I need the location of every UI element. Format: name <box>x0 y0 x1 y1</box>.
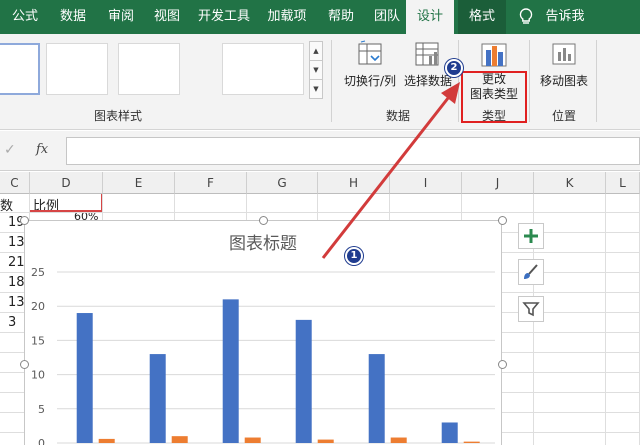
chart-title: 图表标题 <box>229 234 297 254</box>
step-badge-2: 2 <box>445 59 463 77</box>
y-tick-label: 10 <box>31 369 45 382</box>
group-label-location: 位置 <box>551 109 576 123</box>
move-chart-icon <box>549 40 579 68</box>
tab-10[interactable]: 告诉我 <box>540 0 590 34</box>
bar-series2-6 <box>463 441 480 443</box>
cell-c5[interactable]: 18 <box>8 275 25 290</box>
switch-row-col-icon <box>355 40 385 68</box>
y-tick-label: 25 <box>31 266 45 279</box>
tab-5[interactable]: 加载项 <box>260 0 314 34</box>
chart-elements-button[interactable] <box>518 223 544 249</box>
tab-1[interactable]: 数据 <box>50 0 96 34</box>
group-label-data: 数据 <box>385 109 410 123</box>
highlight-box <box>461 71 527 123</box>
formula-input[interactable] <box>66 137 640 165</box>
column-header-d[interactable]: D <box>30 172 103 194</box>
gallery-more-icon[interactable]: ▼ <box>310 80 322 99</box>
bar-series1-2 <box>149 354 166 443</box>
tab-0[interactable]: 公式 <box>2 0 48 34</box>
move-chart-label: 移动图表 <box>539 74 588 88</box>
gallery-scrollbar[interactable]: ▲ ▼ ▼ <box>309 41 323 99</box>
bar-series2-1 <box>98 438 115 443</box>
formula-bar: ✓ fx <box>0 131 640 171</box>
column-header-c[interactable]: C <box>0 172 30 194</box>
fx-icon[interactable]: fx <box>36 142 48 157</box>
switch-row-col-button[interactable]: 切换行/列 <box>340 40 400 89</box>
resize-handle[interactable] <box>498 360 507 369</box>
bar-series1-5 <box>368 354 385 443</box>
select-data-label: 选择数据 <box>403 74 452 88</box>
cell-c3[interactable]: 13 <box>8 235 25 250</box>
cell-c7[interactable]: 3 <box>8 315 16 330</box>
cell-c4[interactable]: 21 <box>8 255 25 270</box>
ribbon-separator <box>529 40 530 122</box>
tab-9[interactable]: 格式 <box>458 0 506 34</box>
column-header-g[interactable]: G <box>247 172 318 194</box>
bar-series1-4 <box>295 319 312 443</box>
chart-style-2[interactable] <box>46 43 108 95</box>
column-header-k[interactable]: K <box>534 172 606 194</box>
resize-handle[interactable] <box>498 216 507 225</box>
chart-style-4[interactable] <box>222 43 304 95</box>
tab-4[interactable]: 开发工具 <box>192 0 256 34</box>
chart-style-3[interactable] <box>118 43 180 95</box>
move-chart-button[interactable]: 移动图表 <box>534 40 594 89</box>
tab-2[interactable]: 审阅 <box>98 0 144 34</box>
column-header-l[interactable]: L <box>606 172 640 194</box>
plus-icon <box>519 229 543 251</box>
bar-series2-3 <box>244 437 261 443</box>
column-header-h[interactable]: H <box>318 172 390 194</box>
step-badge-1: 1 <box>345 247 363 265</box>
resize-handle[interactable] <box>20 360 29 369</box>
select-data-icon <box>413 40 443 68</box>
cell-c6[interactable]: 13 <box>8 295 25 310</box>
bar-series2-4 <box>317 439 334 443</box>
switch-row-col-label: 切换行/列 <box>343 74 397 88</box>
ribbon-tab-bar: 公式 数据 审阅 视图 开发工具 加载项 帮助 团队 设计 格式 告诉我 <box>0 0 640 34</box>
ribbon-separator <box>596 40 597 122</box>
group-label-chart-styles: 图表样式 <box>93 109 142 123</box>
ribbon-separator <box>331 40 332 122</box>
y-tick-label: 5 <box>38 403 45 416</box>
column-header-f[interactable]: F <box>175 172 247 194</box>
tab-3[interactable]: 视图 <box>144 0 190 34</box>
chart-style-1[interactable] <box>0 43 40 95</box>
gallery-down-icon[interactable]: ▼ <box>310 61 322 80</box>
check-icon[interactable]: ✓ <box>4 142 16 158</box>
brush-icon <box>519 264 543 287</box>
gallery-up-icon[interactable]: ▲ <box>310 42 322 61</box>
bar-series2-5 <box>390 437 407 443</box>
y-tick-label: 20 <box>31 300 45 313</box>
bar-series1-1 <box>76 313 93 443</box>
chart-plot: 图表标题 25 20 15 10 5 0 <box>31 234 495 445</box>
change-chart-type-icon <box>480 42 508 68</box>
bar-series1-3 <box>222 299 239 443</box>
embedded-chart[interactable]: 图表标题 25 20 15 10 5 0 <box>24 220 502 445</box>
filter-icon <box>519 302 543 324</box>
y-tick-label: 15 <box>31 334 45 347</box>
ribbon-separator <box>458 40 459 122</box>
column-header-j[interactable]: J <box>462 172 534 194</box>
grid-line <box>0 212 640 213</box>
column-header-i[interactable]: I <box>390 172 462 194</box>
tab-7[interactable]: 团队 <box>364 0 410 34</box>
column-header-e[interactable]: E <box>103 172 175 194</box>
resize-handle[interactable] <box>259 216 268 225</box>
bar-series2-2 <box>171 436 188 443</box>
tab-8[interactable]: 设计 <box>406 0 454 34</box>
lightbulb-icon[interactable] <box>518 8 534 26</box>
chart-filters-button[interactable] <box>518 296 544 322</box>
chart-styles-button[interactable] <box>518 259 544 285</box>
bar-series1-6 <box>441 422 458 443</box>
ribbon-panel: ▲ ▼ ▼ 图表样式 切换行/列 选择数据 数据 更改 图表类型 类型 移动图表… <box>0 34 640 130</box>
y-tick-label: 0 <box>38 437 45 445</box>
tab-6[interactable]: 帮助 <box>318 0 364 34</box>
resize-handle[interactable] <box>20 216 29 225</box>
